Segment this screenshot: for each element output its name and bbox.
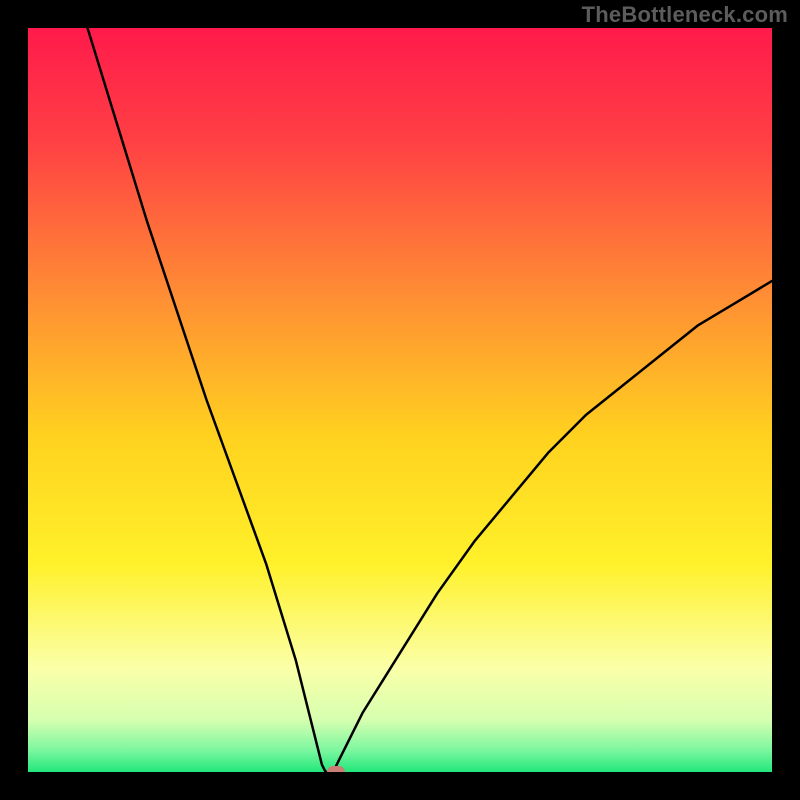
chart-frame: TheBottleneck.com (0, 0, 800, 800)
curve-layer (28, 28, 772, 772)
bottleneck-curve (88, 28, 772, 772)
plot-area (28, 28, 772, 772)
optimal-marker (327, 766, 345, 772)
watermark-text: TheBottleneck.com (582, 2, 788, 28)
